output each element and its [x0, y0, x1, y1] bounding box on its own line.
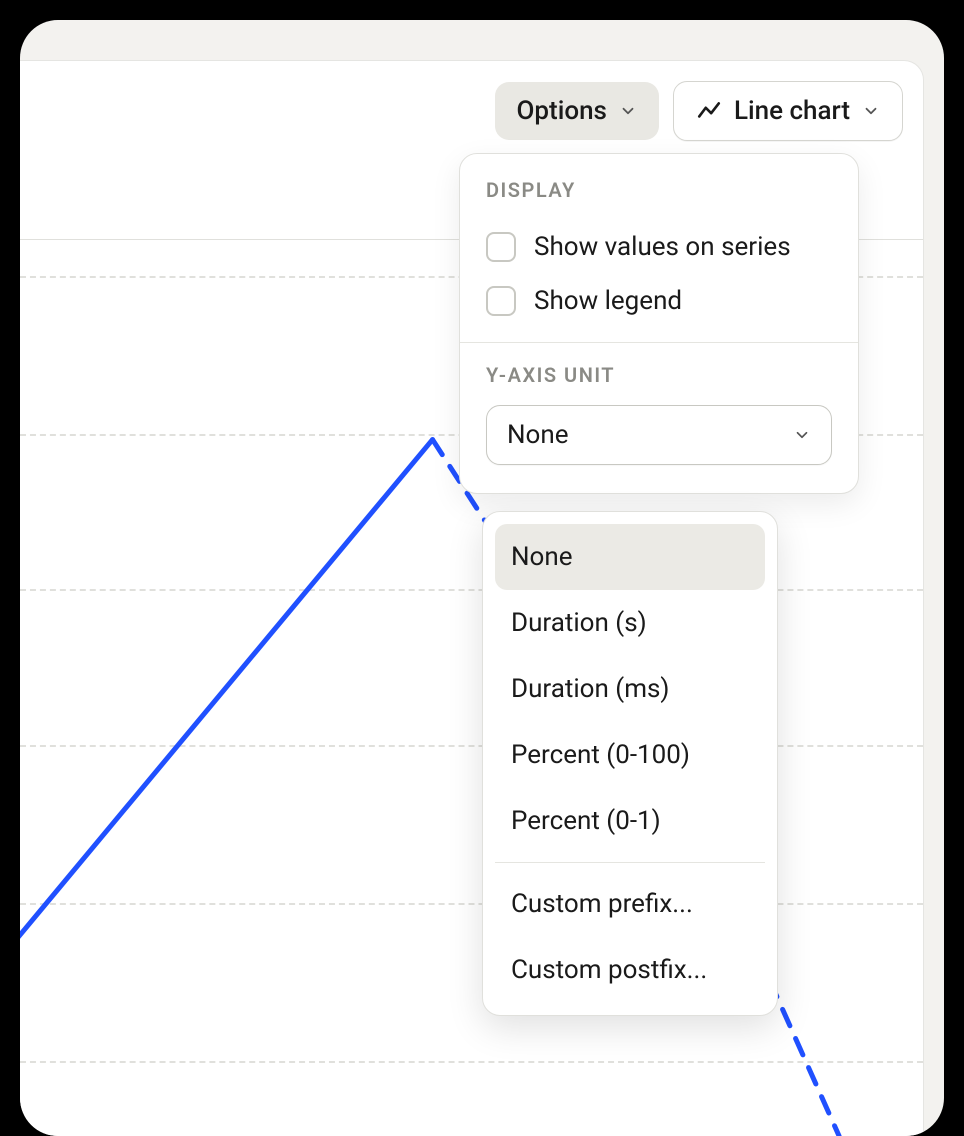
yaxis-unit-select[interactable]: None [486, 405, 832, 465]
chevron-down-icon [619, 102, 637, 120]
app-window: Options Line chart DISPLAY [20, 20, 944, 1136]
yaxis-option-percent-1[interactable]: Percent (0-1) [495, 788, 765, 854]
options-button-label: Options [517, 96, 607, 126]
panel-divider [460, 342, 858, 343]
content-pane: Options Line chart DISPLAY [20, 60, 924, 1136]
chart-type-button-label: Line chart [734, 96, 850, 126]
options-button[interactable]: Options [495, 82, 659, 140]
line-chart-icon [696, 98, 722, 124]
yaxis-option-custom-prefix[interactable]: Custom prefix... [495, 871, 765, 937]
display-section-header: DISPLAY [486, 178, 832, 202]
yaxis-unit-selected-label: None [507, 420, 569, 450]
show-values-checkbox[interactable] [486, 232, 516, 262]
yaxis-option-custom-postfix[interactable]: Custom postfix... [495, 937, 765, 1003]
toolbar: Options Line chart [495, 81, 903, 141]
chevron-down-icon [793, 426, 811, 444]
show-values-row[interactable]: Show values on series [486, 220, 832, 274]
show-legend-label: Show legend [534, 286, 682, 316]
yaxis-unit-dropdown: None Duration (s) Duration (ms) Percent … [482, 511, 778, 1016]
chevron-down-icon [862, 102, 880, 120]
dropdown-divider [495, 862, 765, 863]
yaxis-section-header: Y-AXIS UNIT [486, 363, 832, 387]
options-panel: DISPLAY Show values on series Show legen… [459, 153, 859, 494]
show-values-label: Show values on series [534, 232, 791, 262]
yaxis-option-none[interactable]: None [495, 524, 765, 590]
show-legend-checkbox[interactable] [486, 286, 516, 316]
yaxis-option-duration-s[interactable]: Duration (s) [495, 590, 765, 656]
yaxis-option-percent-100[interactable]: Percent (0-100) [495, 722, 765, 788]
yaxis-option-duration-ms[interactable]: Duration (ms) [495, 656, 765, 722]
show-legend-row[interactable]: Show legend [486, 274, 832, 328]
chart-type-button[interactable]: Line chart [673, 81, 903, 141]
